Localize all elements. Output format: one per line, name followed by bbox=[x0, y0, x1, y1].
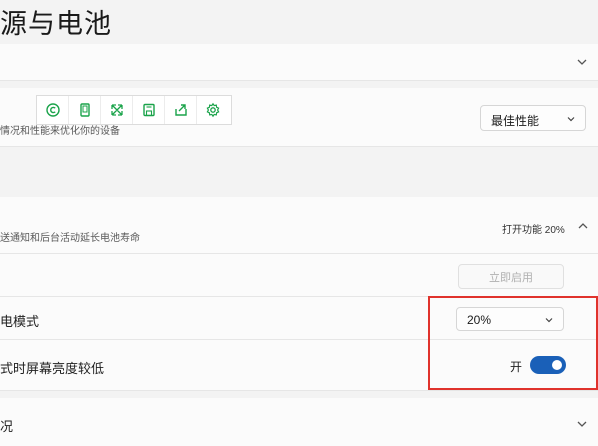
lower-brightness-toggle[interactable] bbox=[530, 356, 566, 374]
toggle-knob bbox=[552, 360, 562, 370]
share-icon[interactable] bbox=[165, 96, 197, 124]
auto-on-row: 电模式 20% bbox=[0, 297, 598, 340]
chevron-down-icon[interactable] bbox=[576, 56, 588, 68]
toggle-state-label: 开 bbox=[510, 360, 523, 374]
turn-on-now-button[interactable]: 立即启用 bbox=[458, 264, 564, 289]
top-section-card[interactable] bbox=[0, 44, 598, 81]
save-icon[interactable] bbox=[133, 96, 165, 124]
power-mode-dropdown[interactable]: 最佳性能 bbox=[480, 105, 586, 131]
chevron-up-icon[interactable] bbox=[577, 220, 589, 232]
auto-on-value: 20% bbox=[467, 313, 492, 327]
power-mode-value: 最佳性能 bbox=[491, 114, 540, 128]
battery-saver-description: 送通知和后台活动延长电池寿命 bbox=[0, 233, 140, 244]
chevron-down-icon bbox=[566, 114, 576, 124]
battery-usage-label: 况 bbox=[0, 419, 14, 434]
battery-usage-row[interactable]: 况 bbox=[0, 398, 598, 446]
chevron-down-icon bbox=[544, 315, 554, 325]
lower-brightness-label: 式时屏幕亮度较低 bbox=[0, 361, 105, 376]
auto-on-dropdown[interactable]: 20% bbox=[456, 307, 564, 331]
battery-saver-status: 打开功能 20% bbox=[502, 225, 565, 236]
lower-brightness-row: 式时屏幕亮度较低 开 bbox=[0, 340, 598, 391]
tablet-icon[interactable] bbox=[69, 96, 101, 124]
auto-on-label: 电模式 bbox=[0, 314, 40, 329]
chevron-down-icon[interactable] bbox=[576, 418, 588, 430]
page-title: 源与电池 bbox=[0, 9, 112, 39]
copyright-icon[interactable] bbox=[37, 96, 69, 124]
battery-saver-card[interactable]: 送通知和后台活动延长电池寿命 打开功能 20% bbox=[0, 197, 598, 254]
settings-icon[interactable] bbox=[197, 96, 229, 124]
screenshot-toolbar bbox=[36, 95, 232, 125]
expand-icon[interactable] bbox=[101, 96, 133, 124]
